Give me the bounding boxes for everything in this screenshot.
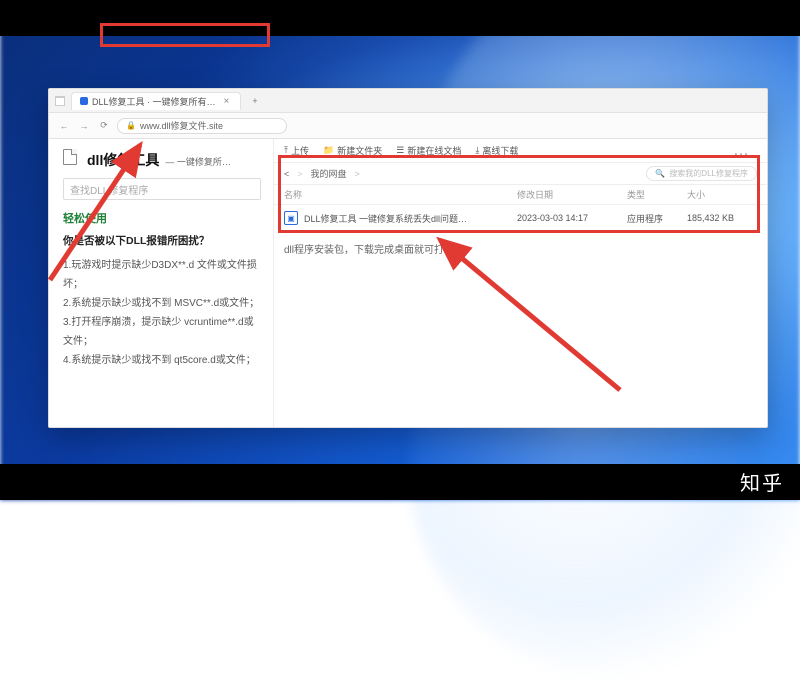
document-icon bbox=[63, 149, 77, 165]
column-name[interactable]: 名称 bbox=[284, 188, 517, 201]
tab-title: DLL修复工具 · 一键修复所有… bbox=[92, 95, 216, 108]
offline-download-label: 离线下载 bbox=[482, 144, 518, 157]
new-folder-label: 新建文件夹 bbox=[337, 144, 382, 157]
file-type: 应用程序 bbox=[627, 212, 687, 225]
file-size: 185,432 KB bbox=[687, 213, 757, 223]
favicon bbox=[80, 97, 88, 105]
address-text: www.dll修复文件.site bbox=[140, 119, 223, 132]
instruction-note: dll程序安装包，下载完成桌面就可打开 bbox=[274, 231, 767, 256]
tab-close-button[interactable]: × bbox=[224, 96, 230, 107]
file-list-header: 名称 修改日期 类型 大小 bbox=[274, 185, 767, 205]
document-new-icon: ☰ bbox=[396, 145, 404, 156]
column-type[interactable]: 类型 bbox=[627, 188, 687, 201]
address-field[interactable]: 🔒 www.dll修复文件.site bbox=[117, 118, 287, 134]
new-tab-button[interactable]: + bbox=[247, 96, 263, 106]
nav-back-button[interactable]: ← bbox=[57, 121, 71, 131]
column-size[interactable]: 大小 bbox=[687, 188, 757, 201]
upload-icon: ⤒ bbox=[284, 145, 288, 156]
lock-icon: 🔒 bbox=[126, 121, 136, 130]
issue-item: 3.打开程序崩溃，提示缺少 vcruntime**.d或文件； bbox=[63, 313, 261, 351]
file-row[interactable]: ▣ DLL修复工具 一键修复系统丢失dll问题… 2023-03-03 14:1… bbox=[274, 205, 767, 231]
upload-label: 上传 bbox=[291, 144, 309, 157]
upload-button[interactable]: ⤒ 上传 bbox=[284, 144, 309, 157]
issue-item: 1.玩游戏时提示缺少D3DX**.d 文件或文件损坏； bbox=[63, 256, 261, 294]
address-bar: ← → ⟳ 🔒 www.dll修复文件.site bbox=[49, 113, 767, 139]
sidebar-search-input[interactable]: 查找DLL修复程序 bbox=[63, 178, 261, 200]
folder-icon: 📁 bbox=[323, 145, 334, 156]
column-date[interactable]: 修改日期 bbox=[517, 188, 627, 201]
offline-download-button[interactable]: ⤓ 离线下载 bbox=[475, 144, 518, 157]
nav-reload-button[interactable]: ⟳ bbox=[97, 120, 111, 131]
nav-forward-button[interactable]: → bbox=[77, 121, 91, 131]
cloud-disk-panel: ⤒ 上传 📁 新建文件夹 ☰ 新建在线文档 ⤓ 离线下载 … bbox=[274, 139, 767, 427]
brand-header: dll修复工具 — 一键修复所… bbox=[63, 149, 261, 170]
issue-item: 2.系统提示缺少或找不到 MSVC**.d或文件； bbox=[63, 294, 261, 313]
letterbox-bottom bbox=[0, 464, 800, 500]
file-date: 2023-03-03 14:17 bbox=[517, 213, 627, 223]
path-forward-button[interactable]: > bbox=[297, 169, 302, 179]
product-sidebar: dll修复工具 — 一键修复所… 查找DLL修复程序 轻松使用 你是否被以下DL… bbox=[49, 139, 274, 427]
search-icon: 🔍 bbox=[655, 169, 665, 178]
issue-list: 1.玩游戏时提示缺少D3DX**.d 文件或文件损坏； 2.系统提示缺少或找不到… bbox=[63, 256, 261, 370]
toolbar-more-button[interactable]: … bbox=[725, 142, 757, 160]
path-current[interactable]: 我的网盘 bbox=[311, 167, 347, 180]
exe-file-icon: ▣ bbox=[284, 211, 298, 225]
headline-question: 你是否被以下DLL报错所困扰？ bbox=[63, 234, 261, 250]
letterbox-top bbox=[0, 0, 800, 36]
brand-subtitle: — 一键修复所… bbox=[165, 155, 231, 168]
sidebar-search-placeholder: 查找DLL修复程序 bbox=[70, 182, 148, 197]
window-icon bbox=[55, 96, 65, 106]
brand-title: dll修复工具 bbox=[87, 150, 159, 170]
disk-search-input[interactable]: 🔍 搜索我的DLL修复程序 bbox=[646, 166, 757, 181]
section-heading: 轻松使用 bbox=[63, 210, 261, 226]
zhihu-watermark: 知乎 bbox=[740, 467, 784, 496]
disk-path-bar: < > 我的网盘 > 🔍 搜索我的DLL修复程序 bbox=[274, 163, 767, 185]
path-back-button[interactable]: < bbox=[284, 169, 289, 179]
new-folder-button[interactable]: 📁 新建文件夹 bbox=[323, 144, 382, 157]
new-document-label: 新建在线文档 bbox=[407, 144, 461, 157]
disk-search-placeholder: 搜索我的DLL修复程序 bbox=[669, 168, 748, 179]
download-icon: ⤓ bbox=[475, 145, 479, 156]
browser-window: DLL修复工具 · 一键修复所有… × + ← → ⟳ 🔒 www.dll修复文… bbox=[48, 88, 768, 428]
issue-item: 4.系统提示缺少或找不到 qt5core.d或文件； bbox=[63, 351, 261, 370]
chevron-right-icon: > bbox=[355, 169, 360, 179]
tab-bar: DLL修复工具 · 一键修复所有… × + bbox=[49, 89, 767, 113]
file-name: DLL修复工具 一键修复系统丢失dll问题… bbox=[304, 212, 467, 225]
disk-toolbar: ⤒ 上传 📁 新建文件夹 ☰ 新建在线文档 ⤓ 离线下载 … bbox=[274, 139, 767, 163]
browser-tab[interactable]: DLL修复工具 · 一键修复所有… × bbox=[71, 92, 241, 110]
new-document-button[interactable]: ☰ 新建在线文档 bbox=[396, 144, 461, 157]
